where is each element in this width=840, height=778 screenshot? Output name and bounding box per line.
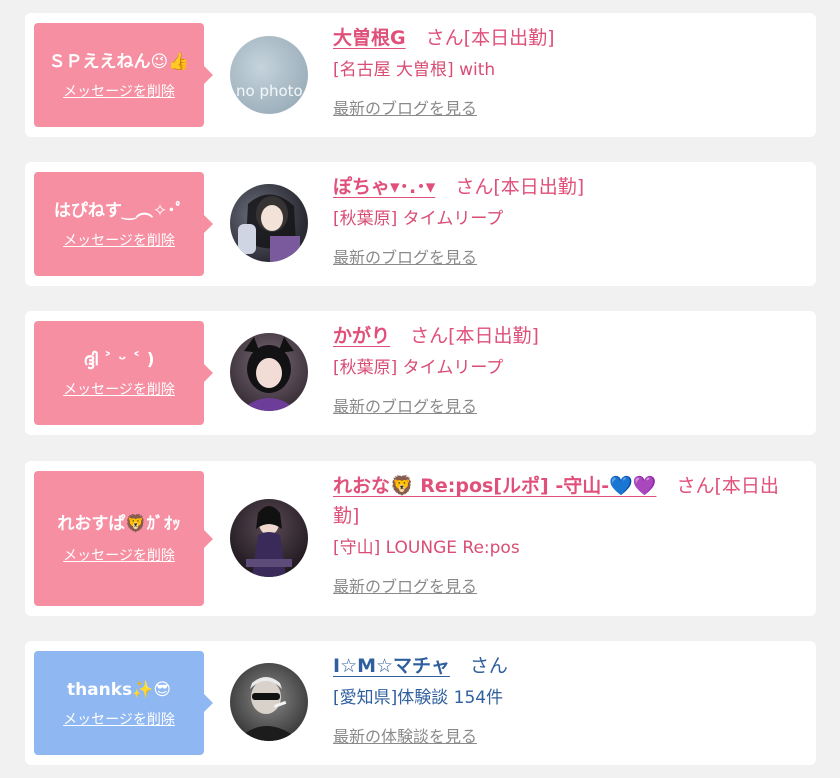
- user-shop: [名古屋 大曽根] with: [333, 60, 496, 80]
- message-card: ദ്ദി ˃ ᵕ ˂ ) メッセージを削除 かがり さん[本日出勤] [秋葉原]…: [25, 311, 816, 435]
- message-text: はぴねす‿︵✧･ﾟ: [53, 200, 185, 221]
- profile-photo: [236, 677, 300, 741]
- user-shop: [守山] LOUNGE Re:pos: [333, 538, 520, 558]
- avatar[interactable]: [230, 499, 308, 577]
- message-bubble: thanks✨😎 メッセージを削除: [34, 651, 213, 755]
- user-review-count: [愛知県]体験談 154件: [333, 688, 504, 708]
- svg-text:no photo: no photo: [236, 82, 303, 100]
- message-card: ＳＰええねん😉👍 メッセージを削除 no photo 大曽根G さん[本日出勤]…: [25, 13, 816, 137]
- message-card: thanks✨😎 メッセージを削除 I☆M☆マチャ さん [愛知県]体験談 15…: [25, 641, 816, 765]
- delete-message-link[interactable]: メッセージを削除: [63, 709, 175, 729]
- delete-message-link[interactable]: メッセージを削除: [63, 81, 175, 101]
- blog-link[interactable]: 最新のブログを見る: [333, 393, 793, 417]
- message-text: ദ്ദി ˃ ᵕ ˂ ): [83, 349, 155, 370]
- user-status: さん[本日出勤]: [455, 176, 585, 198]
- no-photo-placeholder-icon: no photo: [236, 82, 303, 100]
- blog-link[interactable]: 最新のブログを見る: [333, 244, 793, 268]
- user-info: I☆M☆マチャ さん [愛知県]体験談 154件 最新の体験談を見る: [333, 651, 793, 747]
- message-bubble: れおすぱ🦁ｶﾞｵｯ メッセージを削除: [34, 471, 213, 606]
- user-shop: [秋葉原] タイムリープ: [333, 358, 504, 378]
- user-status: さん[本日出勤]: [425, 27, 555, 49]
- user-name-link[interactable]: かがり: [333, 325, 390, 347]
- message-text: thanks✨😎: [66, 679, 172, 700]
- user-shop: [秋葉原] タイムリープ: [333, 209, 504, 229]
- avatar[interactable]: [230, 663, 308, 741]
- user-info: 大曽根G さん[本日出勤] [名古屋 大曽根] with 最新のブログを見る: [333, 23, 793, 119]
- delete-message-link[interactable]: メッセージを削除: [63, 230, 175, 250]
- user-name-link[interactable]: 大曽根G: [333, 27, 406, 49]
- blog-link[interactable]: 最新のブログを見る: [333, 573, 793, 597]
- message-bubble: ദ്ദി ˃ ᵕ ˂ ) メッセージを削除: [34, 321, 213, 425]
- user-info: ぽちゃ▾･.･▾ さん[本日出勤] [秋葉原] タイムリープ 最新のブログを見る: [333, 172, 793, 268]
- user-status: さん[本日出勤]: [410, 325, 539, 347]
- delete-message-link[interactable]: メッセージを削除: [63, 545, 175, 565]
- avatar[interactable]: no photo: [230, 36, 308, 114]
- message-text: れおすぱ🦁ｶﾞｵｯ: [57, 514, 181, 534]
- user-status: さん: [469, 655, 508, 677]
- user-info: れおな🦁 Re:pos[ルポ] -守山-💙💜 さん[本日出勤] [守山] LOU…: [333, 471, 793, 597]
- user-name-link[interactable]: I☆M☆マチャ: [333, 655, 450, 677]
- profile-photo: [238, 194, 300, 262]
- review-link[interactable]: 最新の体験談を見る: [333, 723, 793, 747]
- user-name-link[interactable]: ぽちゃ▾･.･▾: [333, 176, 435, 198]
- message-bubble: はぴねす‿︵✧･ﾟ メッセージを削除: [34, 172, 213, 276]
- avatar[interactable]: [230, 184, 308, 262]
- message-text: ＳＰええねん😉👍: [48, 51, 190, 72]
- user-name-link[interactable]: れおな🦁 Re:pos[ルポ] -守山-💙💜: [333, 475, 656, 497]
- delete-message-link[interactable]: メッセージを削除: [63, 379, 175, 399]
- message-card: はぴねす‿︵✧･ﾟ メッセージを削除 ぽちゃ▾･.･▾ さん[本日出勤] [秋葉…: [25, 162, 816, 286]
- user-info: かがり さん[本日出勤] [秋葉原] タイムリープ 最新のブログを見る: [333, 321, 793, 417]
- profile-photo: [246, 506, 292, 577]
- message-bubble: ＳＰええねん😉👍 メッセージを削除: [34, 23, 213, 127]
- avatar[interactable]: [230, 333, 308, 411]
- profile-photo: [240, 337, 298, 411]
- blog-link[interactable]: 最新のブログを見る: [333, 95, 793, 119]
- message-card: れおすぱ🦁ｶﾞｵｯ メッセージを削除 れおな🦁 Re:pos[ルポ] -守山-💙…: [25, 461, 816, 616]
